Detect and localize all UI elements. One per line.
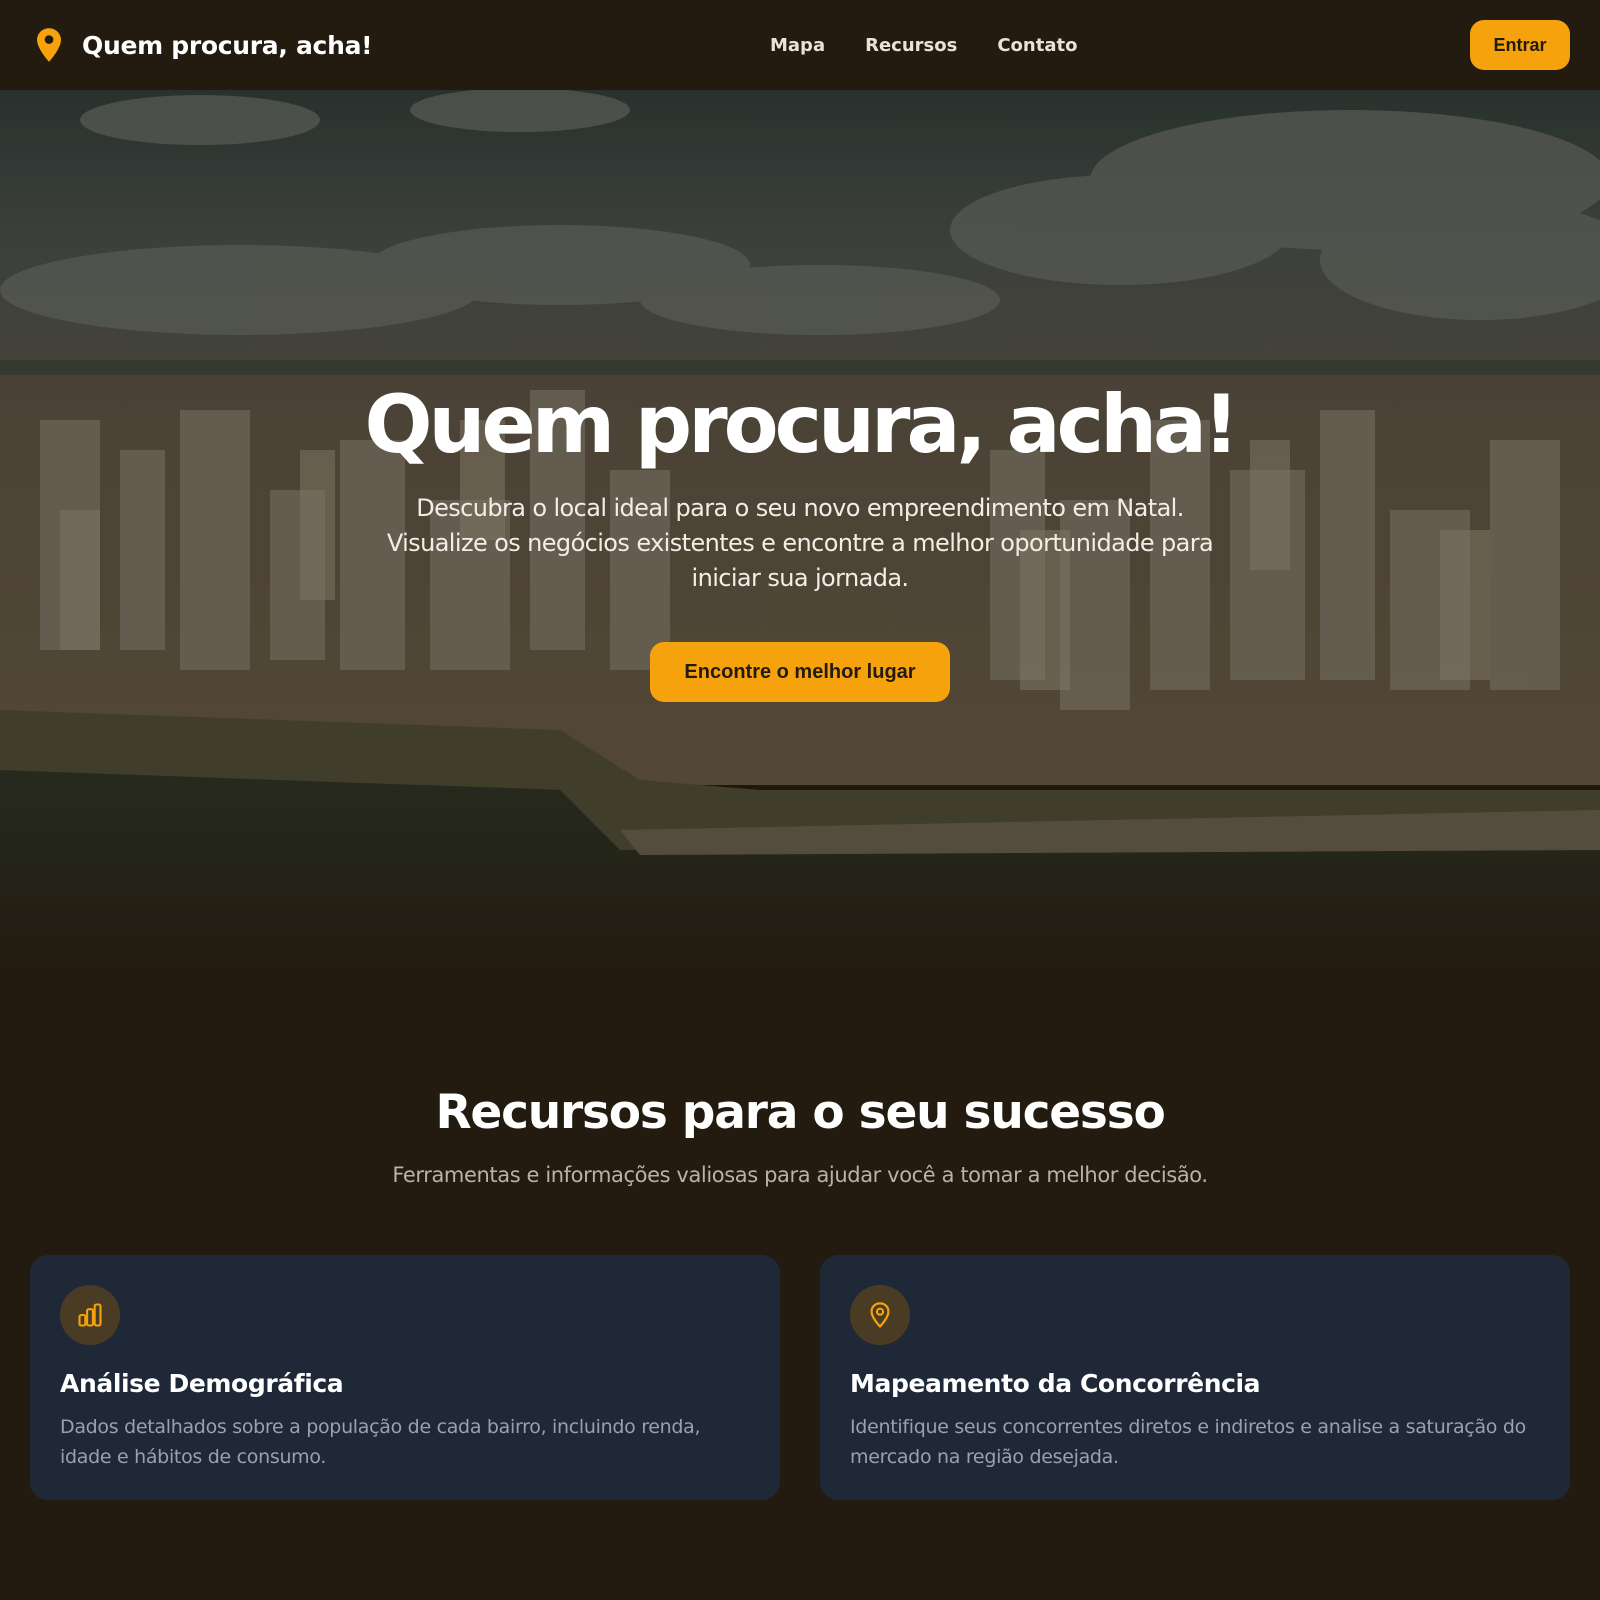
brand-title: Quem procura, acha!: [82, 30, 373, 60]
feature-card-text: Dados detalhados sobre a população de ca…: [60, 1416, 701, 1468]
features-subtitle: Ferramentas e informações valiosas para …: [392, 1163, 1208, 1187]
main-nav: Mapa Recursos Contato: [770, 0, 1077, 90]
feature-card-title: Análise Demográfica: [60, 1369, 344, 1398]
hero-section: Quem procura, acha! Descubra o local ide…: [0, 90, 1600, 990]
map-pin-icon: [37, 28, 61, 62]
feature-icon-badge: [850, 1285, 910, 1345]
find-best-place-button[interactable]: Encontre o melhor lugar: [650, 642, 950, 702]
map-pin-icon: [870, 1302, 890, 1328]
brand[interactable]: Quem procura, acha!: [34, 27, 373, 63]
hero-content: Quem procura, acha! Descubra o local ide…: [0, 385, 1600, 702]
nav-link-mapa[interactable]: Mapa: [770, 35, 825, 56]
features-title: Recursos para o seu sucesso: [435, 1085, 1165, 1140]
feature-card-text: Identifique seus concorrentes diretos e …: [850, 1416, 1526, 1468]
landing-page: Quem procura, acha! Mapa Recursos Contat…: [0, 0, 1600, 1600]
login-button[interactable]: Entrar: [1470, 20, 1570, 70]
feature-card-demografica: Análise Demográfica Dados detalhados sob…: [30, 1255, 780, 1500]
bar-chart-icon: [78, 1303, 102, 1327]
feature-icon-badge: [60, 1285, 120, 1345]
nav-link-contato[interactable]: Contato: [997, 35, 1077, 56]
hero-subtitle: Descubra o local ideal para o seu novo e…: [386, 494, 1214, 592]
hero-title: Quem procura, acha!: [364, 378, 1240, 471]
nav-link-recursos[interactable]: Recursos: [865, 35, 957, 56]
feature-card-concorrencia: Mapeamento da Concorrência Identifique s…: [820, 1255, 1570, 1500]
hero-bottom-fade: [0, 850, 1600, 990]
top-navbar: Quem procura, acha! Mapa Recursos Contat…: [0, 0, 1600, 90]
feature-card-title: Mapeamento da Concorrência: [850, 1369, 1261, 1398]
